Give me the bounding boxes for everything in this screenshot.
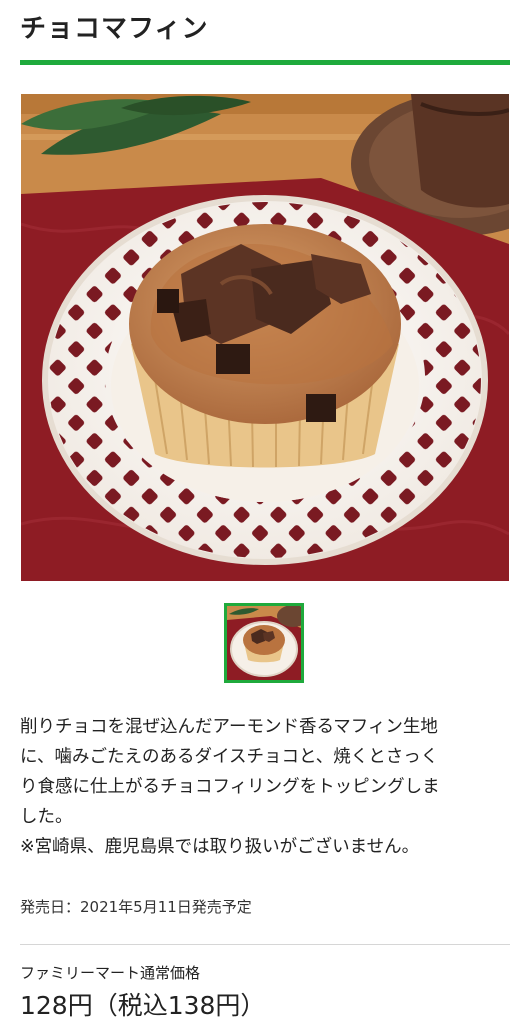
description-line: した。 (20, 807, 73, 827)
description-line: 削りチョコを混ぜ込んだアーモンド香るマフィン生地 (20, 717, 438, 737)
release-date: 発売日：2021年5月11日発売予定 (20, 898, 252, 916)
product-title: チョコマフィン (20, 14, 209, 44)
thumbnail-image (227, 606, 301, 680)
price-value: 128円（税込138円） (20, 991, 266, 1020)
description-line: に、噛みごたえのあるダイスチョコと、焼くとさっく (20, 747, 439, 767)
product-thumbnail[interactable] (224, 603, 304, 683)
availability-note: ※宮崎県、鹿児島県では取り扱いがございません。 (20, 837, 420, 857)
product-main-image (21, 94, 509, 581)
product-description: 削りチョコを混ぜ込んだアーモンド香るマフィン生地 に、噛みごたえのあるダイスチョ… (20, 712, 512, 862)
price-label: ファミリーマート通常価格 (20, 964, 201, 982)
description-line: り食感に仕上がるチョコフィリングをトッピングしま (20, 777, 440, 797)
section-divider (20, 944, 510, 945)
title-underline (20, 60, 510, 65)
